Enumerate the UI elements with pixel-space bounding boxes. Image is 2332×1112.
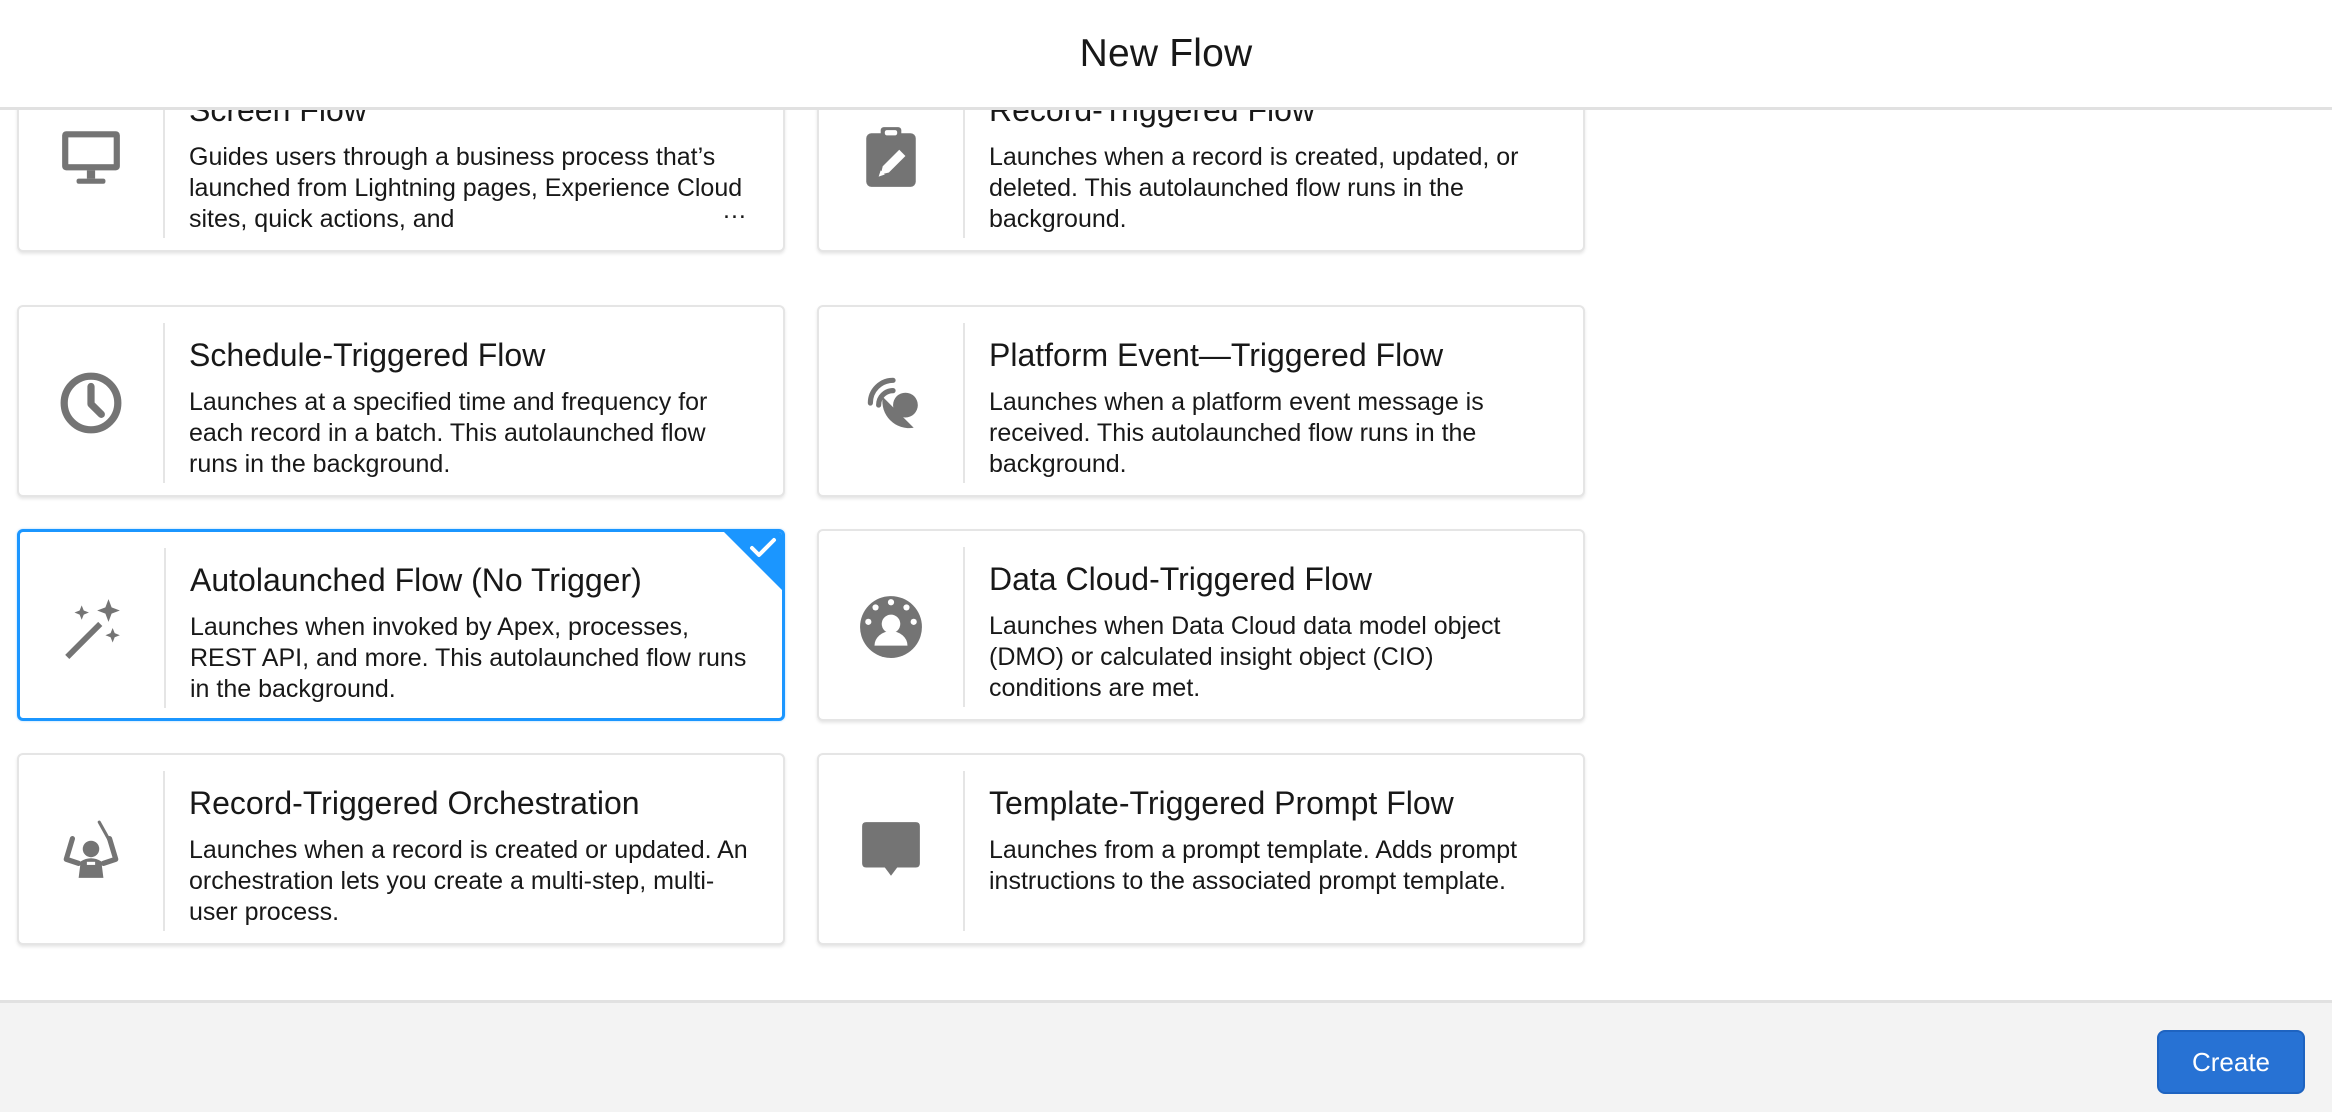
flow-card-screen-flow[interactable]: Screen Flow Guides users through a busin… — [17, 110, 785, 252]
more-ellipsis: ... — [723, 196, 747, 224]
card-icon-area — [819, 323, 965, 483]
create-button[interactable]: Create — [2157, 1030, 2305, 1094]
modal-footer: Create — [0, 1000, 2332, 1112]
monitor-icon — [62, 131, 120, 184]
card-description: Guides users through a business process … — [189, 143, 743, 233]
card-icon-area — [819, 110, 965, 238]
checkmark-icon — [750, 538, 776, 557]
flow-card-record-triggered-flow[interactable]: Record-Triggered Flow Launches when a re… — [817, 110, 1585, 252]
card-icon-area — [819, 547, 965, 707]
modal-header: New Flow — [0, 0, 2332, 110]
satellite-dish-icon — [867, 377, 918, 429]
card-title: Schedule-Triggered Flow — [189, 337, 546, 373]
clock-icon — [60, 372, 122, 434]
card-title: Autolaunched Flow (No Trigger) — [190, 562, 642, 598]
card-icon-area — [19, 110, 165, 238]
card-icon-area — [819, 771, 965, 931]
flow-card-autolaunched-flow[interactable]: Autolaunched Flow (No Trigger) Launches … — [17, 529, 785, 721]
flow-card-template-triggered-prompt-flow[interactable]: Template-Triggered Prompt Flow Launches … — [817, 753, 1585, 945]
data-cloud-icon — [860, 596, 922, 658]
card-title: Template-Triggered Prompt Flow — [989, 785, 1454, 821]
card-title: Platform Event—Triggered Flow — [989, 337, 1444, 373]
orchestrator-icon — [63, 820, 119, 878]
card-description: Launches from a prompt template. Adds pr… — [989, 836, 1518, 895]
card-title: Record-Triggered Orchestration — [189, 785, 640, 821]
card-description: Launches at a specified time and frequen… — [189, 388, 708, 478]
card-icon-area — [19, 771, 165, 931]
flow-card-record-triggered-orchestration[interactable]: Record-Triggered Orchestration Launches … — [17, 753, 785, 945]
card-title: Record-Triggered Flow — [989, 110, 1316, 128]
modal-title: New Flow — [1079, 31, 1253, 75]
magic-wand-icon — [65, 599, 120, 659]
flow-card-data-cloud-triggered-flow[interactable]: Data Cloud-Triggered Flow Launches when … — [817, 529, 1585, 721]
chat-bubble-icon — [862, 822, 920, 876]
flow-card-platform-event-triggered-flow[interactable]: Platform Event—Triggered Flow Launches w… — [817, 305, 1585, 497]
card-title: Data Cloud-Triggered Flow — [989, 561, 1372, 597]
card-description: Launches when a record is created or upd… — [189, 836, 748, 926]
flow-type-list[interactable]: Screen Flow Guides users through a busin… — [0, 110, 2332, 1000]
card-description: Launches when a record is created, updat… — [989, 143, 1519, 233]
card-icon-area — [20, 548, 166, 708]
card-description: Launches when Data Cloud data model obje… — [989, 612, 1501, 702]
card-icon-area — [19, 323, 165, 483]
card-title: Screen Flow — [189, 110, 367, 128]
card-description: Launches when invoked by Apex, processes… — [190, 613, 747, 703]
flow-card-schedule-triggered-flow[interactable]: Schedule-Triggered Flow Launches at a sp… — [17, 305, 785, 497]
clipboard-edit-icon — [866, 127, 916, 187]
card-description: Launches when a platform event message i… — [989, 388, 1484, 478]
